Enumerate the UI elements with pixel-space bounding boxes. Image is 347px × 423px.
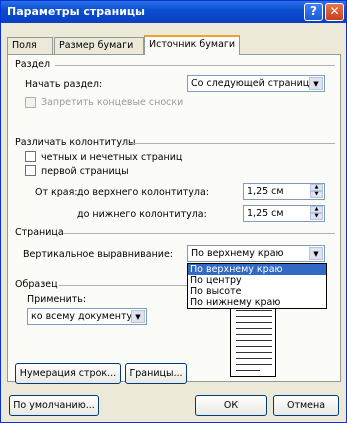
chevron-down-icon[interactable]: ▼ (309, 247, 323, 260)
apply-to-select[interactable]: ко всему документу ▼ (27, 308, 147, 325)
footer-distance-label: до нижнего колонтитула: (77, 209, 207, 220)
cancel-button[interactable]: Отмена (273, 395, 339, 416)
default-button[interactable]: По умолчанию... (9, 395, 99, 416)
valign-option-top[interactable]: По верхнему краю (188, 264, 326, 275)
header-distance-value: 1,25 см (247, 186, 284, 197)
section-start-select[interactable]: Со следующей страницы ▼ (187, 75, 325, 92)
title-bar[interactable]: Параметры страницы ? ✕ (1, 1, 346, 23)
preview-line (236, 334, 272, 335)
from-edge-label: От края: (35, 187, 78, 198)
ok-button[interactable]: ОК (195, 395, 267, 416)
footer-distance-spinner[interactable]: 1,25 см ▲ ▼ (243, 205, 325, 222)
preview-line (236, 358, 272, 359)
preview-line (236, 364, 272, 365)
tab-margins[interactable]: Поля (7, 37, 53, 54)
valign-option-justify[interactable]: По высоте (188, 286, 326, 297)
page-setup-dialog: Параметры страницы ? ✕ Поля Размер бумаг… (0, 0, 347, 423)
section-title-sample: Образец (15, 279, 58, 290)
section-title-page: Страница (15, 227, 64, 238)
apply-to-label: Применить: (27, 294, 87, 305)
valign-dropdown-list: По верхнему краю По центру По высоте По … (187, 263, 327, 309)
first-page-checkbox[interactable] (25, 165, 36, 176)
endnotes-checkbox[interactable] (25, 97, 36, 108)
chevron-down-icon[interactable]: ▼ (309, 77, 323, 90)
spin-up-icon[interactable]: ▲ (310, 206, 323, 213)
page-preview (230, 301, 280, 381)
help-button[interactable]: ? (304, 3, 323, 21)
valign-option-center[interactable]: По центру (188, 275, 326, 286)
spin-up-icon[interactable]: ▲ (310, 184, 323, 191)
preview-line (236, 340, 272, 341)
line-numbers-button[interactable]: Нумерация строк... (15, 363, 121, 384)
endnotes-label: Запретить концевые сноски (41, 97, 184, 108)
tab-paper-size[interactable]: Размер бумаги (54, 37, 144, 54)
section-start-value: Со следующей страницы (191, 78, 317, 89)
spin-down-icon[interactable]: ▼ (310, 213, 323, 220)
preview-line (236, 370, 260, 371)
header-distance-spinner[interactable]: 1,25 см ▲ ▼ (243, 183, 325, 200)
preview-line (236, 316, 272, 317)
tab-paper-source[interactable]: Источник бумаги (144, 35, 240, 55)
spin-down-icon[interactable]: ▼ (310, 191, 323, 198)
preview-line (236, 346, 272, 347)
header-distance-label: до верхнего колонтитула: (77, 187, 209, 198)
window-title: Параметры страницы (7, 5, 146, 18)
footer-distance-value: 1,25 см (247, 208, 284, 219)
section-start-label: Начать раздел: (25, 79, 103, 90)
valign-option-bottom[interactable]: По нижнему краю (188, 297, 326, 308)
divider (55, 65, 335, 66)
divider (59, 285, 187, 286)
preview-line (236, 352, 272, 353)
valign-select[interactable]: По верхнему краю ▼ (187, 245, 325, 262)
preview-line (236, 328, 272, 329)
valign-value: По верхнему краю (191, 248, 284, 259)
section-title-headers: Различать колонтитулы (15, 137, 136, 148)
first-page-label: первой страницы (41, 166, 129, 177)
divider (127, 143, 335, 144)
odd-even-checkbox[interactable] (25, 151, 36, 162)
apply-to-value: ко всему документу (31, 311, 133, 322)
borders-button[interactable]: Границы... (125, 363, 187, 384)
chevron-down-icon[interactable]: ▼ (131, 310, 145, 323)
divider (63, 233, 335, 234)
close-button[interactable]: ✕ (325, 3, 344, 21)
section-title-razdel: Раздел (15, 59, 51, 70)
preview-line (236, 322, 272, 323)
odd-even-label: четных и нечетных страниц (41, 152, 183, 163)
valign-label: Вертикальное выравнивание: (23, 249, 174, 260)
preview-line (236, 310, 272, 311)
